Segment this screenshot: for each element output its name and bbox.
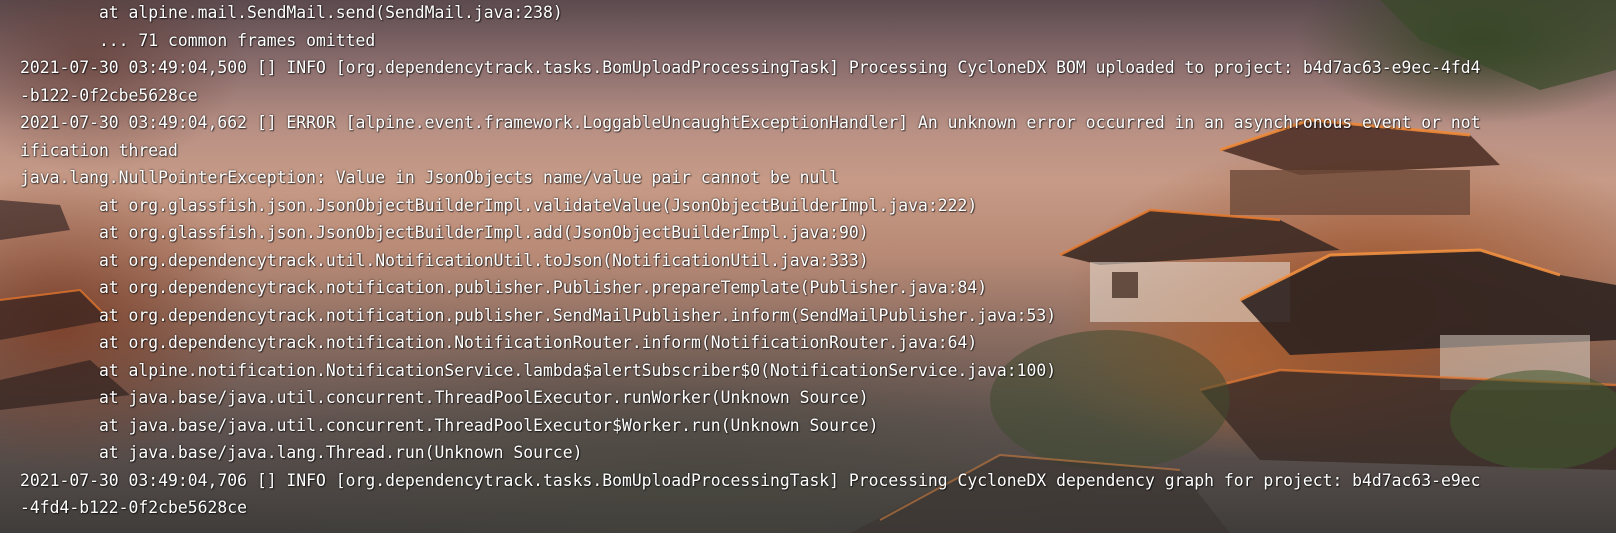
- log-line: java.lang.NullPointerException: Value in…: [20, 168, 840, 187]
- log-line: at org.dependencytrack.notification.Noti…: [20, 333, 978, 352]
- log-line: at org.glassfish.json.JsonObjectBuilderI…: [20, 196, 978, 215]
- log-line: ... 71 common frames omitted: [20, 31, 376, 50]
- log-line: at org.dependencytrack.notification.publ…: [20, 306, 1057, 325]
- log-line: at java.base/java.util.concurrent.Thread…: [20, 388, 869, 407]
- log-line: 2021-07-30 03:49:04,500 [] INFO [org.dep…: [20, 58, 1481, 77]
- log-line: -4fd4-b122-0f2cbe5628ce: [20, 498, 247, 517]
- log-line: at alpine.mail.SendMail.send(SendMail.ja…: [20, 3, 563, 22]
- log-line: at org.dependencytrack.util.Notification…: [20, 251, 869, 270]
- terminal-output[interactable]: at alpine.mail.SendMail.send(SendMail.ja…: [0, 0, 1616, 533]
- log-line: at org.glassfish.json.JsonObjectBuilderI…: [20, 223, 869, 242]
- log-line: at java.base/java.util.concurrent.Thread…: [20, 416, 879, 435]
- log-line: 2021-07-30 03:49:04,706 [] INFO [org.dep…: [20, 471, 1481, 490]
- log-line: ification thread: [20, 141, 178, 160]
- log-line: at java.base/java.lang.Thread.run(Unknow…: [20, 443, 583, 462]
- log-line: -b122-0f2cbe5628ce: [20, 86, 198, 105]
- log-line: at org.dependencytrack.notification.publ…: [20, 278, 988, 297]
- log-line: 2021-07-30 03:49:04,662 [] ERROR [alpine…: [20, 113, 1481, 132]
- log-line: at alpine.notification.NotificationServi…: [20, 361, 1057, 380]
